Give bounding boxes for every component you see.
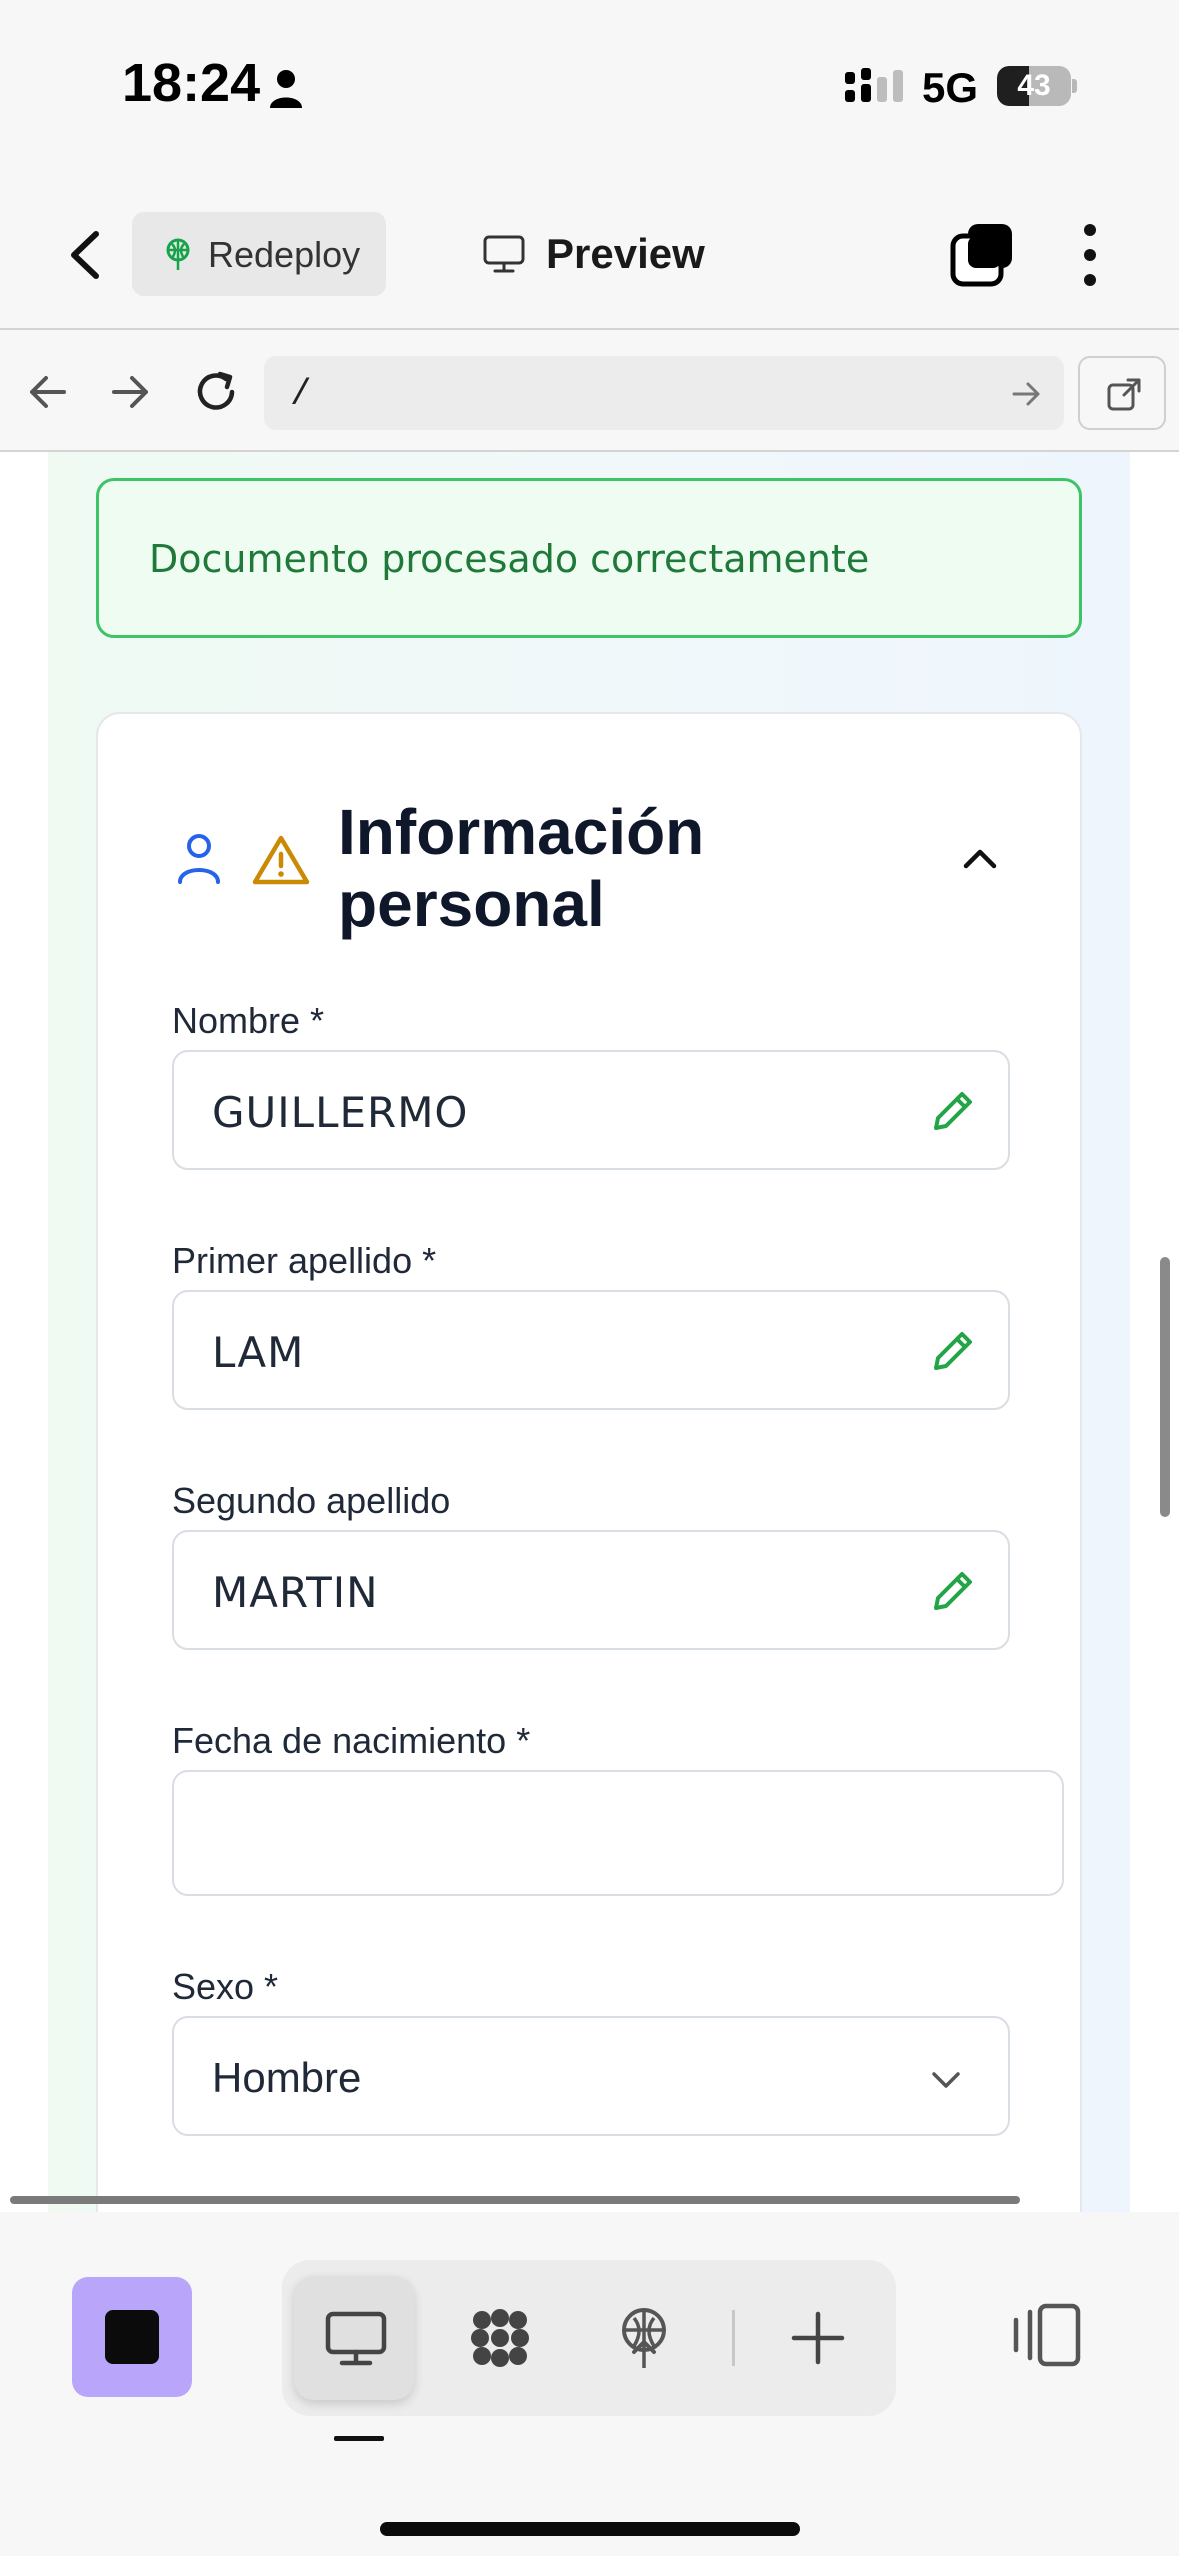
- redeploy-button[interactable]: Redeploy: [132, 212, 386, 296]
- pencil-icon[interactable]: [928, 1326, 978, 1376]
- fecha-nacimiento-input[interactable]: [172, 1770, 1064, 1896]
- home-indicator[interactable]: [380, 2522, 800, 2536]
- success-alert: Documento procesado correctamente: [96, 478, 1082, 638]
- battery-indicator: 43: [997, 66, 1077, 106]
- user-icon: [178, 834, 220, 884]
- personal-info-card: Información personal Nombre * GUILLERMO …: [96, 712, 1082, 2212]
- active-underline: [334, 2436, 384, 2441]
- primer-apellido-label: Primer apellido *: [172, 1240, 437, 1281]
- person-status-icon: [270, 70, 302, 108]
- monitor-icon: [483, 235, 525, 273]
- chevron-up-icon[interactable]: [960, 838, 1000, 878]
- preview-button[interactable]: Preview: [478, 212, 718, 296]
- fecha-nacimiento-label: Fecha de nacimiento *: [172, 1720, 531, 1761]
- pencil-icon[interactable]: [928, 1086, 978, 1136]
- chevron-left-icon[interactable]: [56, 220, 116, 290]
- segundo-apellido-value: MARTIN: [212, 1568, 379, 1617]
- arrow-back-icon[interactable]: [18, 362, 78, 422]
- nombre-field[interactable]: GUILLERMO: [172, 1050, 1010, 1170]
- pencil-icon[interactable]: [928, 1566, 978, 1616]
- segundo-apellido-field[interactable]: MARTIN: [172, 1530, 1010, 1650]
- section-title: Información personal: [338, 796, 705, 940]
- antenna-icon: [166, 238, 190, 270]
- network-label: 5G: [922, 64, 979, 111]
- status-time: 18:24: [122, 53, 261, 113]
- bottom-toolbar: [0, 2212, 1179, 2556]
- open-external-button[interactable]: [1078, 356, 1166, 430]
- agent-view-button[interactable]: [438, 2276, 558, 2400]
- app-header: Redeploy Preview: [0, 180, 1179, 330]
- deploy-view-button[interactable]: [582, 2276, 702, 2400]
- success-message: Documento procesado correctamente: [149, 537, 870, 581]
- antenna-icon: [622, 2308, 666, 2368]
- tabs-stack-icon[interactable]: [950, 222, 1016, 288]
- arrow-forward-icon[interactable]: [100, 362, 160, 422]
- add-tab-button[interactable]: [756, 2276, 876, 2400]
- stop-square-icon: [105, 2310, 159, 2364]
- signal-icon: [845, 68, 903, 102]
- monitor-icon: [325, 2311, 387, 2366]
- sexo-label: Sexo *: [172, 1966, 279, 2007]
- go-arrow-icon[interactable]: [1010, 378, 1042, 410]
- primer-apellido-field[interactable]: LAM: [172, 1290, 1010, 1410]
- split-view-icon[interactable]: [1010, 2302, 1082, 2368]
- redeploy-label: Redeploy: [208, 234, 361, 275]
- toolbar-divider: [732, 2310, 735, 2366]
- external-link-icon: [1107, 378, 1141, 411]
- sexo-value: Hombre: [212, 2054, 362, 2101]
- cluster-icon: [471, 2309, 529, 2367]
- preview-view-button[interactable]: [294, 2276, 414, 2400]
- horizontal-scrollbar[interactable]: [10, 2196, 1020, 2204]
- url-text: /: [290, 374, 312, 415]
- status-bar: 18:24 5G 43: [0, 0, 1179, 180]
- nombre-value: GUILLERMO: [212, 1088, 469, 1137]
- primer-apellido-value: LAM: [212, 1328, 305, 1377]
- vertical-dots-icon[interactable]: [1070, 222, 1110, 288]
- segundo-apellido-label: Segundo apellido: [172, 1480, 451, 1521]
- sexo-select[interactable]: Hombre: [172, 2016, 1010, 2136]
- view-switcher: [282, 2260, 896, 2416]
- browser-bar: /: [0, 330, 1179, 452]
- url-input[interactable]: /: [264, 356, 1064, 430]
- warning-triangle-icon: [252, 835, 310, 885]
- plus-icon: [791, 2311, 845, 2365]
- chevron-down-icon: [932, 2072, 960, 2088]
- nombre-label: Nombre *: [172, 1000, 325, 1041]
- reload-icon[interactable]: [186, 362, 246, 422]
- stop-button[interactable]: [72, 2277, 192, 2397]
- battery-text: 43: [1017, 69, 1051, 102]
- preview-label: Preview: [546, 230, 705, 277]
- vertical-scrollbar[interactable]: [1160, 1257, 1170, 1517]
- web-content: Documento procesado correctamente Inform…: [0, 452, 1179, 2212]
